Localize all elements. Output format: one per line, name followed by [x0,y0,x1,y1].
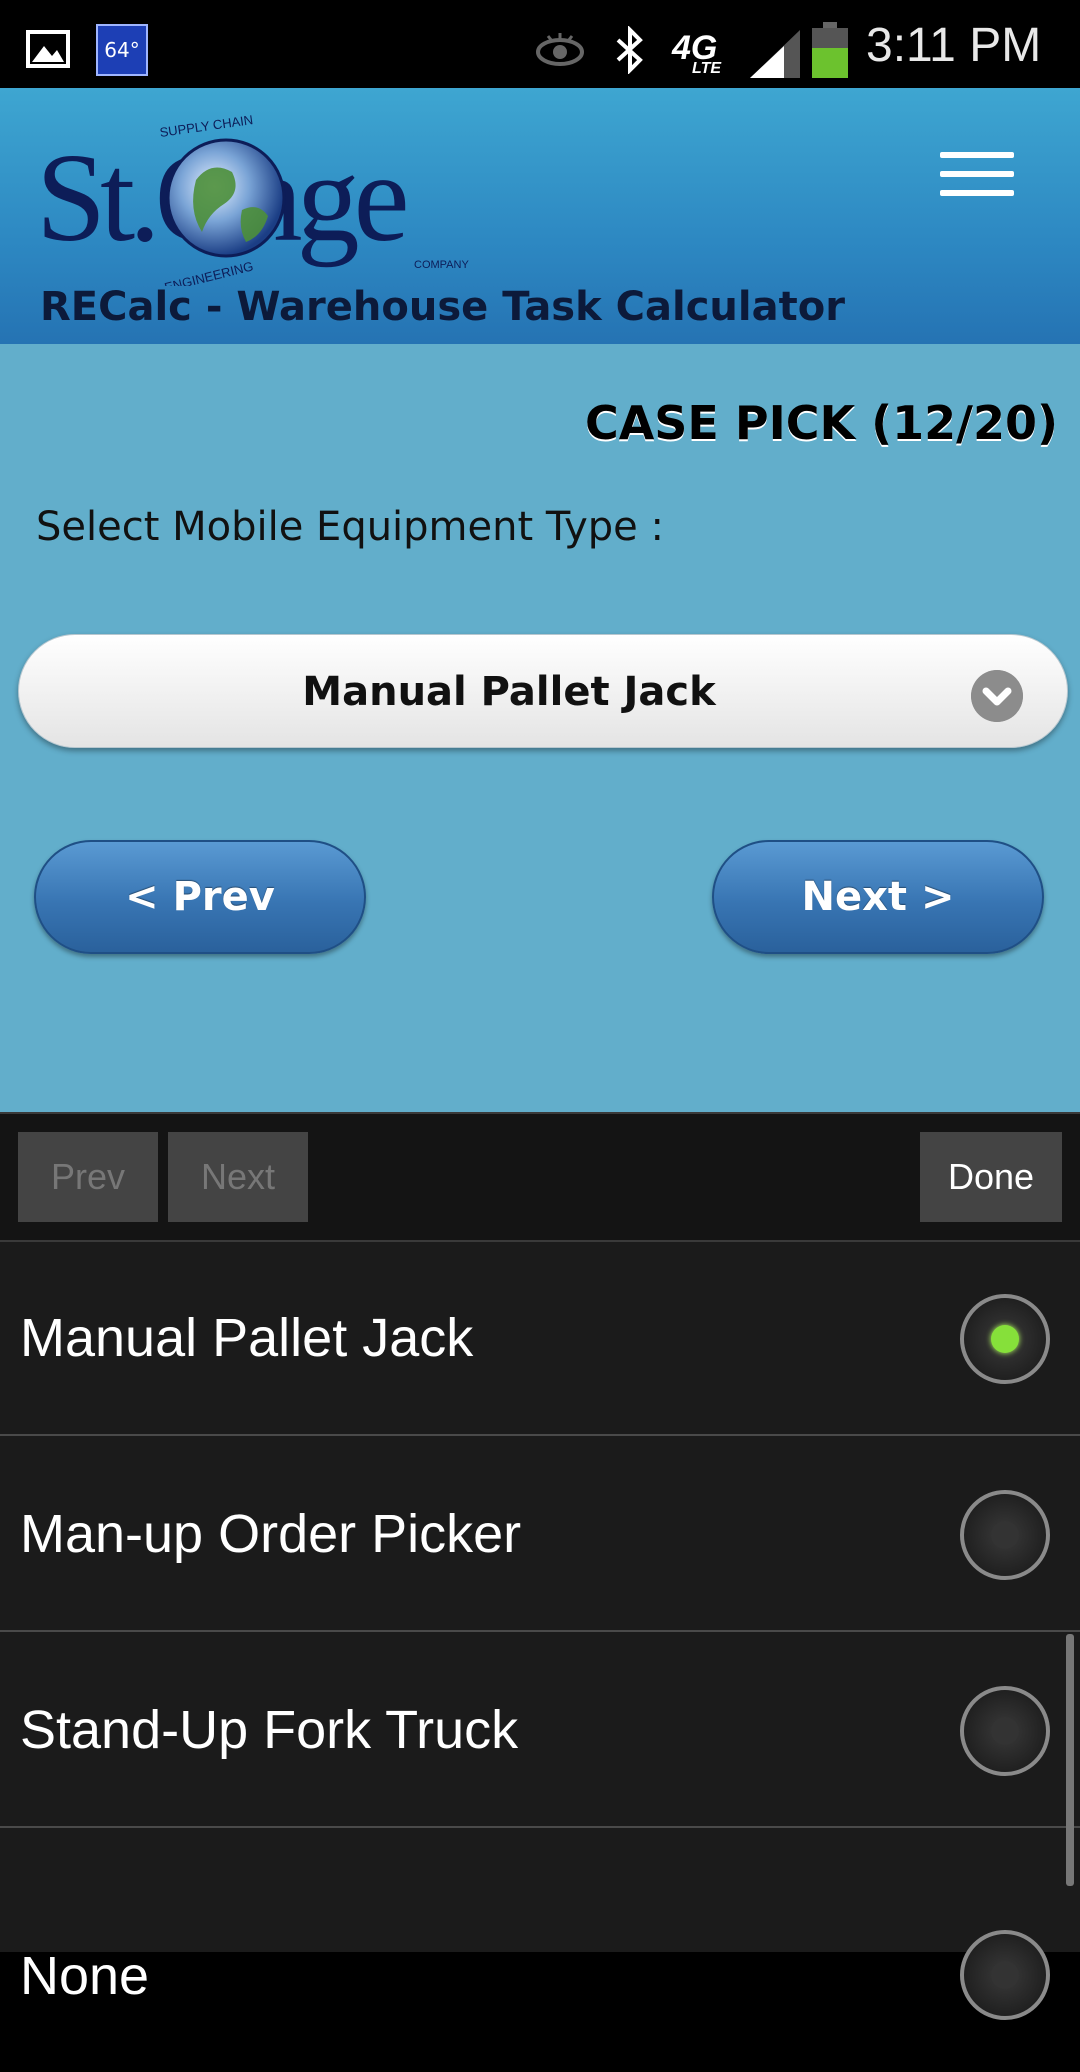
option-none[interactable]: None [0,1830,1080,2024]
status-bar: 64° 4G LTE 3:11 PM [0,0,1080,88]
option-label: None [20,1946,150,2006]
main-content: CASE PICK (12/20) Select Mobile Equipmen… [0,344,1080,1112]
option-label: Manual Pallet Jack [20,1308,474,1368]
option-stand-up-fork-truck[interactable]: Stand-Up Fork Truck [0,1634,1080,1828]
signal-strength-icon [750,30,800,78]
next-button[interactable]: Next > [712,840,1044,954]
app-header: St.Onge SUPPLY CHAIN ENGINEERING COMPANY… [0,88,1080,344]
gallery-notification-icon [26,30,70,68]
equipment-type-label: Select Mobile Equipment Type : [36,504,664,550]
radio-unselected-icon[interactable] [960,1490,1050,1580]
list-scrollbar[interactable] [1066,1634,1074,1886]
toolbar-prev-button[interactable]: Prev [18,1132,158,1222]
option-man-up-order-picker[interactable]: Man-up Order Picker [0,1438,1080,1632]
step-title: CASE PICK (12/20) [584,396,1058,450]
option-label: Stand-Up Fork Truck [20,1700,519,1760]
radio-unselected-icon[interactable] [960,1930,1050,2020]
clock-time: 3:11 PM [866,19,1042,72]
battery-icon [812,22,848,78]
network-subtype: LTE [692,60,722,77]
radio-selected-icon[interactable] [960,1294,1050,1384]
toolbar-done-button[interactable]: Done [920,1132,1062,1222]
prev-button[interactable]: < Prev [34,840,366,954]
svg-text:COMPANY: COMPANY [414,259,469,271]
hamburger-menu-icon[interactable] [940,152,1014,202]
lte-network-icon: 4G LTE [672,30,728,80]
equipment-options-list: Manual Pallet Jack Man-up Order Picker S… [0,1242,1080,2020]
weather-temperature-icon: 64° [96,24,148,76]
equipment-type-selected-value: Manual Pallet Jack [302,669,716,715]
option-label: Man-up Order Picker [20,1504,522,1564]
smart-stay-eye-icon [536,33,584,66]
st-onge-logo: St.Onge SUPPLY CHAIN ENGINEERING COMPANY [36,112,469,286]
app-title: RECalc - Warehouse Task Calculator [40,284,845,330]
picker-toolbar: Prev Next Done [0,1112,1080,1242]
radio-unselected-icon[interactable] [960,1686,1050,1776]
toolbar-next-button[interactable]: Next [168,1132,308,1222]
bluetooth-icon [616,26,643,74]
equipment-type-select[interactable]: Manual Pallet Jack [18,634,1068,748]
option-manual-pallet-jack[interactable]: Manual Pallet Jack [0,1242,1080,1436]
chevron-down-icon [971,670,1023,722]
